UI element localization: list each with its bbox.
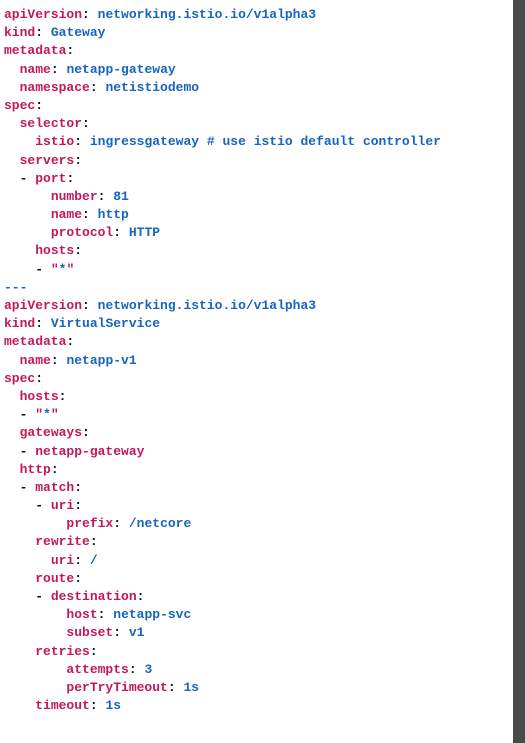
yaml-line: protocol: HTTP <box>4 224 509 242</box>
yaml-line: --- <box>4 279 509 297</box>
yaml-line: - uri: <box>4 497 509 515</box>
yaml-line: apiVersion: networking.istio.io/v1alpha3 <box>4 6 509 24</box>
yaml-line: apiVersion: networking.istio.io/v1alpha3 <box>4 297 509 315</box>
yaml-line: kind: VirtualService <box>4 315 509 333</box>
yaml-line: - "*" <box>4 261 509 279</box>
yaml-line: - destination: <box>4 588 509 606</box>
yaml-line: route: <box>4 570 509 588</box>
yaml-line: prefix: /netcore <box>4 515 509 533</box>
yaml-line: - port: <box>4 170 509 188</box>
yaml-line: hosts: <box>4 242 509 260</box>
yaml-line: metadata: <box>4 333 509 351</box>
yaml-line: namespace: netistiodemo <box>4 79 509 97</box>
yaml-line: host: netapp-svc <box>4 606 509 624</box>
yaml-line: subset: v1 <box>4 624 509 642</box>
yaml-line: - match: <box>4 479 509 497</box>
yaml-line: gateways: <box>4 424 509 442</box>
yaml-line: selector: <box>4 115 509 133</box>
yaml-line: perTryTimeout: 1s <box>4 679 509 697</box>
yaml-line: uri: / <box>4 552 509 570</box>
yaml-line: attempts: 3 <box>4 661 509 679</box>
yaml-line: hosts: <box>4 388 509 406</box>
yaml-line: timeout: 1s <box>4 697 509 715</box>
yaml-line: - netapp-gateway <box>4 443 509 461</box>
yaml-line: servers: <box>4 152 509 170</box>
yaml-line: kind: Gateway <box>4 24 509 42</box>
yaml-line: name: netapp-v1 <box>4 352 509 370</box>
yaml-line: number: 81 <box>4 188 509 206</box>
yaml-editor: apiVersion: networking.istio.io/v1alpha3… <box>0 0 513 743</box>
yaml-line: spec: <box>4 370 509 388</box>
yaml-line: http: <box>4 461 509 479</box>
yaml-line: - "*" <box>4 406 509 424</box>
yaml-line: name: http <box>4 206 509 224</box>
yaml-line: name: netapp-gateway <box>4 61 509 79</box>
yaml-line: rewrite: <box>4 533 509 551</box>
yaml-line: istio: ingressgateway # use istio defaul… <box>4 133 509 151</box>
yaml-line: metadata: <box>4 42 509 60</box>
yaml-line: spec: <box>4 97 509 115</box>
yaml-line: retries: <box>4 643 509 661</box>
